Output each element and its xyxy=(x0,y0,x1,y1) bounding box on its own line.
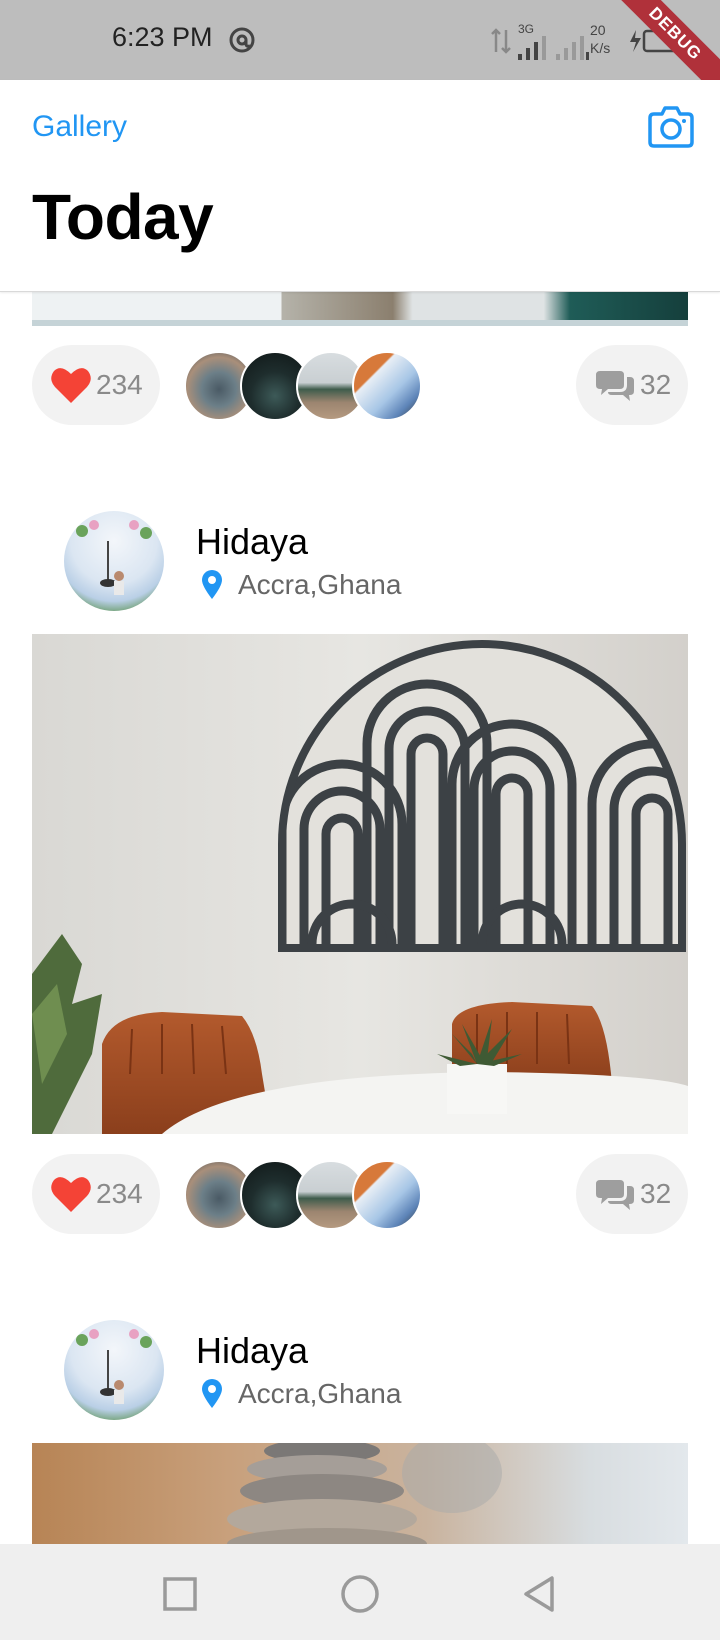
comment-count: 32 xyxy=(640,1178,672,1209)
comment-count: 32 xyxy=(640,369,672,400)
liker-avatar xyxy=(352,351,422,421)
post-actions: 234 32 xyxy=(0,345,720,425)
signal-strength-icon xyxy=(518,36,546,60)
author-avatar[interactable] xyxy=(64,1320,164,1420)
post-author[interactable]: Hidaya xyxy=(196,1330,308,1372)
data-transfer-icon xyxy=(491,28,511,54)
location-pin-icon xyxy=(202,1379,222,1408)
comment-icon xyxy=(596,1180,634,1210)
comment-icon xyxy=(596,371,634,401)
post-photo[interactable] xyxy=(32,1443,688,1544)
system-nav-bar xyxy=(0,1544,720,1640)
avatar-figure xyxy=(76,520,152,595)
square-icon[interactable] xyxy=(158,1572,202,1616)
heart-icon xyxy=(51,1177,91,1212)
network-speed-value: 20 xyxy=(590,22,606,38)
liker-avatar xyxy=(352,1160,422,1230)
signal-strength-2-icon xyxy=(556,36,589,60)
avatar-figure xyxy=(76,1329,152,1404)
post-header: Hidaya Accra,Ghana xyxy=(0,1320,720,1430)
post-actions: 234 32 xyxy=(0,1154,720,1234)
circle-icon[interactable] xyxy=(338,1572,382,1616)
post-photo-image xyxy=(32,634,688,1134)
author-avatar[interactable] xyxy=(64,511,164,611)
post-photo[interactable] xyxy=(32,291,688,326)
status-time: 6:23 PM xyxy=(112,22,213,52)
like-button[interactable]: 234 xyxy=(32,345,160,425)
liker-avatars[interactable] xyxy=(184,1160,424,1230)
at-sign-icon xyxy=(229,27,255,53)
app-header: Gallery Today xyxy=(0,80,720,292)
post-photo-image xyxy=(32,1443,688,1544)
status-bar: 6:23 PM 3G 20 K/s DEBUG xyxy=(0,0,720,80)
like-button[interactable]: 234 xyxy=(32,1154,160,1234)
comment-button[interactable]: 32 xyxy=(576,1154,688,1234)
page-title: Today xyxy=(32,181,214,253)
location-pin-icon xyxy=(202,570,222,599)
camera-icon[interactable] xyxy=(646,106,696,150)
liker-avatars[interactable] xyxy=(184,351,424,421)
post-photo[interactable] xyxy=(32,634,688,1134)
post-header: Hidaya Accra,Ghana xyxy=(0,511,720,621)
post-location: Accra,Ghana xyxy=(238,569,402,600)
heart-icon xyxy=(51,368,91,403)
network-speed-unit: K/s xyxy=(590,40,611,56)
like-count: 234 xyxy=(96,1178,143,1209)
post-author[interactable]: Hidaya xyxy=(196,521,308,563)
like-count: 234 xyxy=(96,369,143,400)
photo-feed[interactable]: 234 32 Hidaya Accra,Ghana 234 32 Hidaya … xyxy=(0,291,720,1544)
post-location: Accra,Ghana xyxy=(238,1378,402,1409)
triangle-back-icon[interactable] xyxy=(518,1572,562,1616)
comment-button[interactable]: 32 xyxy=(576,345,688,425)
gallery-link[interactable]: Gallery xyxy=(32,110,127,144)
